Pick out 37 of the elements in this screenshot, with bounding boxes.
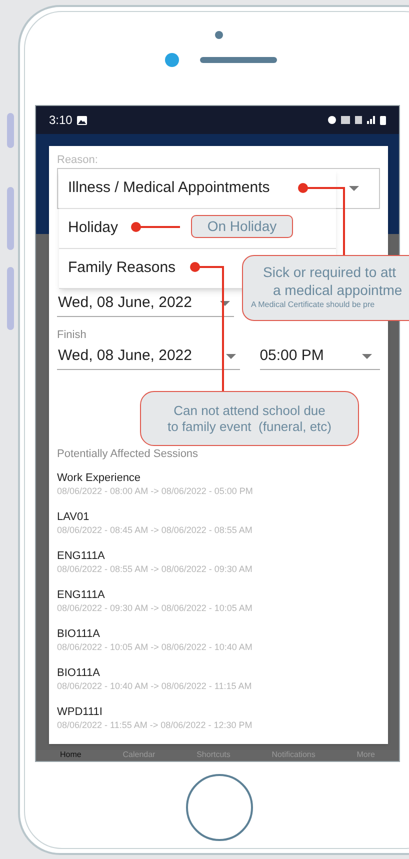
caret-icon: [349, 186, 359, 191]
session-time: 08/06/2022 - 10:40 AM -> 08/06/2022 - 11:15 AM: [57, 680, 253, 692]
callout-text: to family event (funeral, etc): [167, 418, 332, 434]
session-time: 08/06/2022 - 08:00 AM -> 08/06/2022 - 05:00 PM: [57, 485, 254, 497]
alarm-icon: [328, 116, 336, 124]
image-icon: [77, 116, 88, 124]
volte-icon: [341, 116, 350, 124]
signal-icon: [367, 116, 375, 124]
finish-label: Finish: [57, 329, 88, 342]
session-name: ENG111A: [57, 589, 106, 602]
session-name: LAV01: [57, 511, 90, 524]
finish-time-field[interactable]: 05:00 PM: [260, 344, 380, 370]
session-time: 08/06/2022 - 08:55 AM -> 08/06/2022 - 09:30 AM: [57, 563, 254, 575]
session-time: 08/06/2022 - 11:55 AM -> 08/06/2022 - 12:30 PM: [57, 719, 254, 731]
caret-icon: [226, 354, 236, 359]
status-time: 3:10: [49, 112, 72, 129]
reason-label: Reason:: [57, 154, 99, 167]
sessions-heading: Potentially Affected Sessions: [57, 448, 200, 461]
callout-note: A Medical Certificate should be pre: [251, 299, 375, 311]
leader-line: [298, 183, 345, 255]
session-name: WPD111I: [57, 706, 104, 719]
session-time: 08/06/2022 - 09:30 AM -> 08/06/2022 - 10:05 AM: [57, 602, 254, 614]
session-name: Work Experience: [57, 472, 142, 485]
finish-date-field[interactable]: Wed, 08 June, 2022: [57, 344, 240, 370]
callout: On Holiday: [191, 215, 293, 238]
session-time: 08/06/2022 - 08:45 AM -> 08/06/2022 - 08:55 AM: [57, 524, 254, 536]
network-type-icon: [355, 116, 362, 124]
session-name: BIO111A: [57, 667, 102, 680]
caret-icon: [220, 301, 230, 306]
start-date-field[interactable]: Wed, 08 June, 2022: [57, 291, 234, 317]
session-time: 08/06/2022 - 10:05 AM -> 08/06/2022 - 10:40 AM: [57, 641, 254, 653]
caret-icon: [362, 354, 372, 359]
session-name: ENG111A: [57, 550, 106, 563]
callout-text: Can not attend school due: [174, 402, 326, 418]
battery-icon: [380, 116, 386, 124]
session-name: BIO111A: [57, 628, 102, 641]
leader-line: [131, 222, 180, 232]
